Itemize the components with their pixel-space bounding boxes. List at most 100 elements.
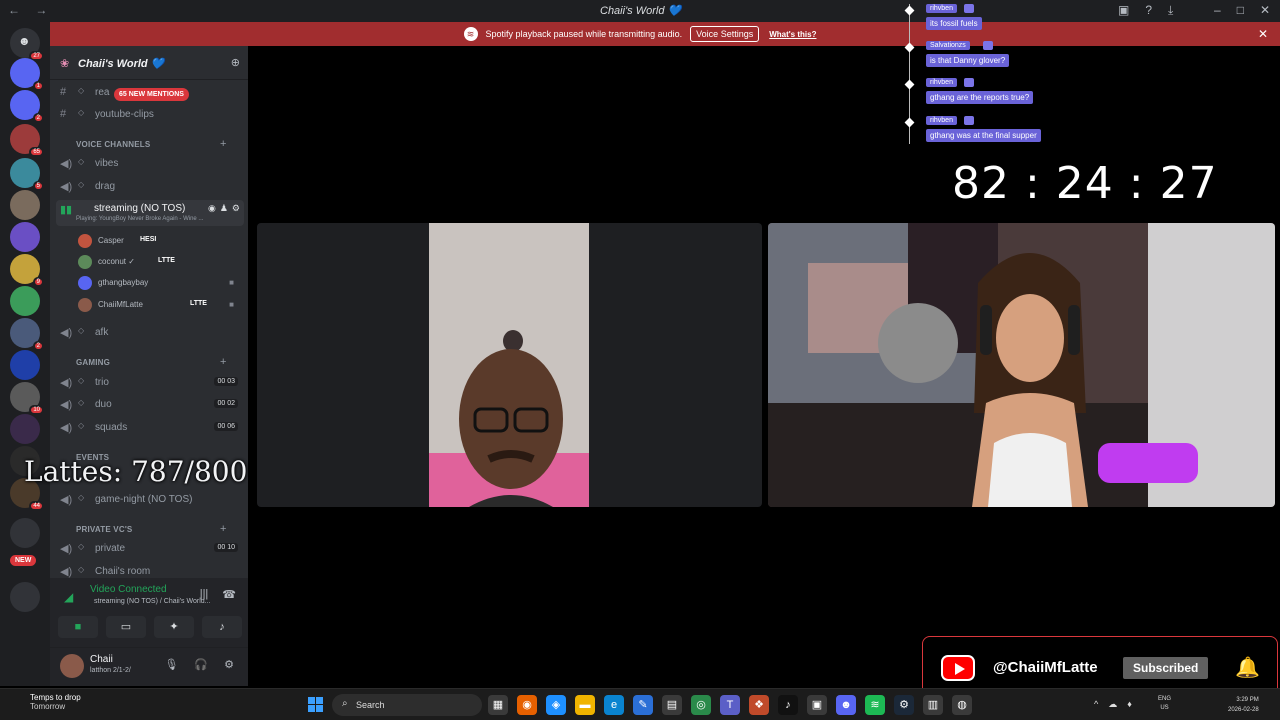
cloud-icon[interactable]: ☁ xyxy=(1108,699,1117,710)
chevron-up-icon[interactable]: ^ xyxy=(1094,699,1098,710)
voice-channel-item[interactable]: ◀) ◇ trio 00 03 xyxy=(50,372,248,392)
copilot-icon[interactable]: ◈ xyxy=(546,695,566,715)
server-icon[interactable] xyxy=(10,414,40,444)
voice-channel-item[interactable]: ◀) ◇ game-night (NO TOS) xyxy=(50,489,248,509)
screen-share-button[interactable]: ▭ xyxy=(106,616,146,638)
store-icon[interactable]: ▤ xyxy=(662,695,682,715)
server-icon[interactable]: 65 xyxy=(10,124,44,157)
activities-button[interactable]: ✦ xyxy=(154,616,194,638)
add-channel-icon[interactable]: + xyxy=(220,356,227,368)
voice-channel-item[interactable]: ◀) ◇ squads 00 06 xyxy=(50,417,248,437)
category-private[interactable]: PRIVATE VC'S + xyxy=(60,523,226,535)
steam-icon[interactable]: ⚙ xyxy=(894,695,914,715)
camera-button[interactable]: ■ xyxy=(58,616,98,638)
disconnect-icon[interactable]: ☎ xyxy=(222,588,236,601)
start-button[interactable] xyxy=(308,697,324,713)
weather-widget[interactable]: Temps to drop Tomorrow xyxy=(14,693,81,711)
folder-icon[interactable] xyxy=(10,518,40,548)
minimize-icon[interactable]: – xyxy=(1214,3,1221,17)
channel-item[interactable]: # ◇ youtube-clips xyxy=(50,104,248,124)
teams-icon[interactable]: T xyxy=(720,695,740,715)
server-icon[interactable]: 10 xyxy=(10,382,44,415)
language-indicator[interactable]: ENG US xyxy=(1158,695,1171,713)
category-voice[interactable]: VOICE CHANNELS + xyxy=(60,138,226,150)
download-icon[interactable]: ⤓ xyxy=(1168,3,1173,18)
voice-member[interactable]: Casper HESI xyxy=(78,232,244,250)
server-icon[interactable] xyxy=(10,286,40,316)
edge-icon[interactable]: e xyxy=(604,695,624,715)
app-icon[interactable]: ✎ xyxy=(633,695,653,715)
tiktok-icon[interactable]: ♪ xyxy=(778,695,798,715)
avatar[interactable] xyxy=(60,654,84,678)
server-icon[interactable]: 2 xyxy=(10,318,44,351)
discord-icon[interactable]: ☻ xyxy=(836,695,856,715)
video-tile[interactable] xyxy=(768,223,1275,507)
voice-channel-item[interactable]: ◀) ◇ private 00 10 xyxy=(50,538,248,558)
close-window-icon[interactable]: ✕ xyxy=(1260,3,1270,17)
home-button[interactable]: ☻ 27 xyxy=(10,28,44,61)
stream-timer: 82 : 24 : 27 xyxy=(952,158,1218,209)
server-flower-icon: ❀ xyxy=(60,58,70,70)
app-icon[interactable]: ▣ xyxy=(807,695,827,715)
back-arrow-icon[interactable]: ← xyxy=(8,3,20,17)
voice-channel-item[interactable]: ◀) ◇ afk xyxy=(50,322,248,342)
server-icon[interactable]: 1 xyxy=(10,58,44,91)
app-icon[interactable]: ▥ xyxy=(923,695,943,715)
soundboard-button[interactable]: ♪ xyxy=(202,616,242,638)
whats-this-link[interactable]: What's this? xyxy=(769,30,816,39)
help-icon[interactable]: ? xyxy=(1145,3,1152,18)
server-icon[interactable]: 9 xyxy=(10,254,44,287)
close-banner-icon[interactable]: ✕ xyxy=(1258,27,1268,41)
server-icon[interactable] xyxy=(10,222,40,252)
server-header[interactable]: ❀ Chaii's World 💙 ⊕ xyxy=(50,46,248,80)
voice-member[interactable]: ChaiiMfLatte LTTE ■ xyxy=(78,296,244,314)
microphone-icon[interactable]: 🎙 xyxy=(164,658,178,671)
server-icon[interactable]: 2 xyxy=(10,90,44,123)
microphone-icon[interactable]: ♦ xyxy=(1127,699,1132,710)
signal-icon[interactable]: ◢ xyxy=(64,590,73,604)
forward-arrow-icon[interactable]: → xyxy=(35,3,47,17)
taskbar: Temps to drop Tomorrow ⌕ Search ▦ ◉ ◈ ▬ … xyxy=(0,688,1280,720)
gear-icon[interactable]: ⚙ xyxy=(224,658,234,671)
invite-icon[interactable]: ⊕ xyxy=(231,56,240,69)
voice-member[interactable]: coconut ✓ LTTE xyxy=(78,253,244,271)
voice-location[interactable]: streaming (NO TOS) / Chaii's World... xyxy=(94,598,210,605)
voice-member[interactable]: gthangbaybay ■ xyxy=(78,274,244,292)
chrome-icon[interactable]: ◎ xyxy=(691,695,711,715)
voice-status[interactable]: Video Connected xyxy=(90,584,167,595)
server-icon[interactable]: 5 xyxy=(10,158,44,191)
active-voice-channel[interactable]: ▮▮ streaming (NO TOS) Playing: YoungBoy … xyxy=(56,200,244,226)
video-tile[interactable] xyxy=(257,223,762,507)
spotify-icon[interactable]: ≋ xyxy=(865,695,885,715)
voice-settings-button[interactable]: Voice Settings xyxy=(690,26,760,42)
app-icon[interactable]: ❖ xyxy=(749,695,769,715)
voice-channel-item[interactable]: ◀) ◇ vibes xyxy=(50,153,248,173)
server-icon[interactable] xyxy=(10,190,40,220)
channel-label: Chaii's room xyxy=(95,566,151,577)
maximize-icon[interactable]: □ xyxy=(1237,3,1244,17)
avatar xyxy=(78,255,92,269)
headphones-icon[interactable]: 🎧 xyxy=(194,658,208,671)
server-icon[interactable] xyxy=(10,350,40,380)
obs-icon[interactable]: ◍ xyxy=(952,695,972,715)
voice-channel-item[interactable]: ◀) ◇ duo 00 02 xyxy=(50,394,248,414)
add-channel-icon[interactable]: + xyxy=(220,523,227,535)
bullet-icon xyxy=(904,79,915,90)
new-mentions-badge[interactable]: 65 NEW MENTIONS xyxy=(114,88,189,101)
noise-suppression-icon[interactable]: ||| xyxy=(200,588,209,601)
badge: 2 xyxy=(32,341,44,351)
taskbar-search[interactable]: ⌕ Search xyxy=(332,694,482,716)
clock[interactable]: 3:29 PM 2026-02-28 xyxy=(1228,695,1259,715)
voice-channel-item[interactable]: ◀) ◇ drag xyxy=(50,176,248,196)
add-channel-icon[interactable]: + xyxy=(220,138,227,150)
username[interactable]: Chaii xyxy=(90,654,113,665)
inbox-icon[interactable]: ▣ xyxy=(1118,3,1129,18)
gear-icon[interactable]: ⚙ xyxy=(232,203,240,214)
chat-icon[interactable]: ◉ xyxy=(208,203,216,214)
category-gaming[interactable]: GAMING + xyxy=(60,356,226,368)
firefox-icon[interactable]: ◉ xyxy=(517,695,537,715)
task-view-icon[interactable]: ▦ xyxy=(488,695,508,715)
add-server-button[interactable] xyxy=(10,582,40,612)
invite-user-icon[interactable]: ♟ xyxy=(220,203,228,214)
file-explorer-icon[interactable]: ▬ xyxy=(575,695,595,715)
